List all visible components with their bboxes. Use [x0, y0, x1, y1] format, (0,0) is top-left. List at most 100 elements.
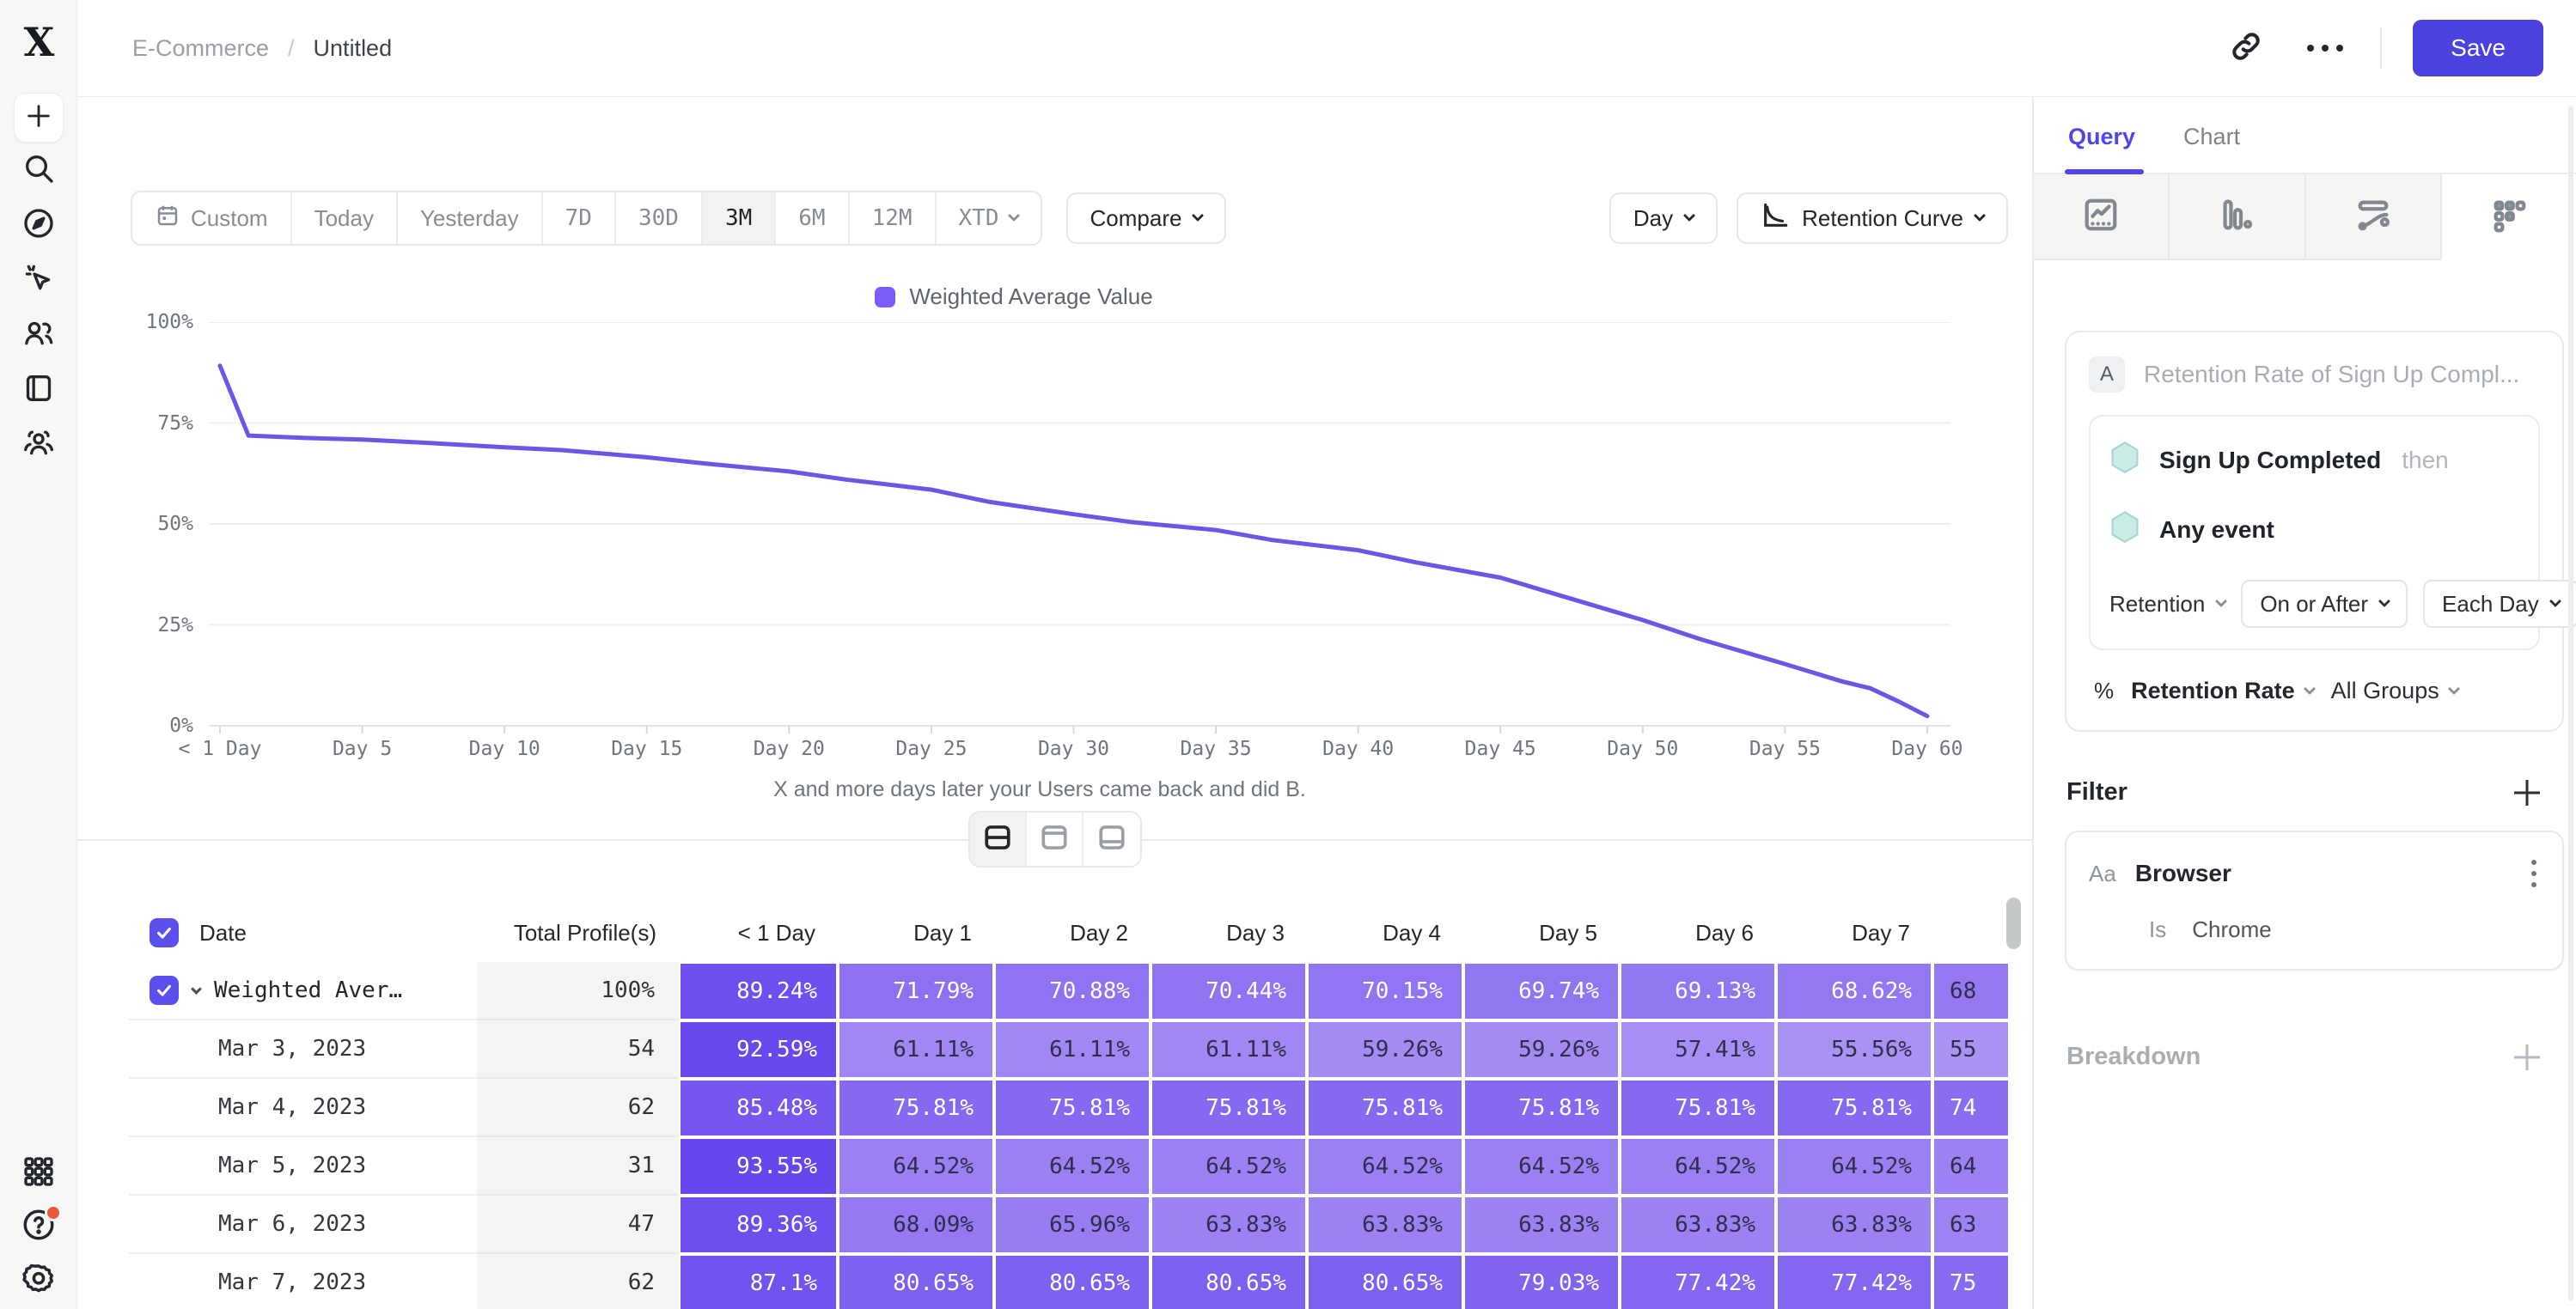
filter-value[interactable]: Chrome: [2192, 916, 2271, 943]
retention-cell[interactable]: 77.42%: [1776, 1254, 1932, 1309]
retention-cell[interactable]: 80.65%: [1307, 1254, 1463, 1309]
report-type-bars[interactable]: [2170, 174, 2305, 260]
more-menu-button[interactable]: [2301, 24, 2349, 72]
retention-cell[interactable]: 64.52%: [1776, 1137, 1932, 1196]
share-link-button[interactable]: [2222, 24, 2270, 72]
retention-cell-clipped[interactable]: 75: [1932, 1254, 2008, 1309]
filter-operator[interactable]: Is: [2149, 916, 2166, 943]
sidebar-item-audiences[interactable]: [14, 417, 64, 472]
retention-cell[interactable]: 64.52%: [1620, 1137, 1776, 1196]
retention-cell-clipped[interactable]: 63: [1932, 1196, 2008, 1254]
retention-cell[interactable]: 63.83%: [1776, 1196, 1932, 1254]
retention-cell[interactable]: 59.26%: [1463, 1020, 1620, 1079]
series-title[interactable]: Retention Rate of Sign Up Compl...: [2144, 361, 2519, 388]
retention-cell[interactable]: 64.52%: [838, 1137, 994, 1196]
retention-cell[interactable]: 75.81%: [1620, 1079, 1776, 1137]
retention-cell[interactable]: 57.41%: [1620, 1020, 1776, 1079]
retention-cell[interactable]: 70.44%: [1151, 962, 1307, 1020]
retention-cell[interactable]: 63.83%: [1307, 1196, 1463, 1254]
sidebar-item-search[interactable]: [14, 143, 64, 198]
retention-cell[interactable]: 85.48%: [679, 1079, 838, 1137]
retention-cell[interactable]: 64.52%: [1307, 1137, 1463, 1196]
report-type-flows[interactable]: [2306, 174, 2442, 260]
retention-cell-clipped[interactable]: 68: [1932, 962, 2008, 1020]
retention-cell[interactable]: 69.74%: [1463, 962, 1620, 1020]
layout-panel-bottom-button[interactable]: [1084, 813, 1140, 866]
tab-chart[interactable]: Chart: [2183, 124, 2240, 173]
retention-cell-clipped[interactable]: 74: [1932, 1079, 2008, 1137]
retention-cell[interactable]: 80.65%: [1151, 1254, 1307, 1309]
retention-cell[interactable]: 89.24%: [679, 962, 838, 1020]
retention-cell[interactable]: 64.52%: [1463, 1137, 1620, 1196]
retention-cell[interactable]: 63.83%: [1620, 1196, 1776, 1254]
retention-cell[interactable]: 80.65%: [994, 1254, 1151, 1309]
retention-cell[interactable]: 68.62%: [1776, 962, 1932, 1020]
filter-property[interactable]: Browser: [2135, 860, 2231, 887]
retention-cell[interactable]: 64.52%: [1151, 1137, 1307, 1196]
retention-cell[interactable]: 70.15%: [1307, 962, 1463, 1020]
measure-dropdown[interactable]: Retention Rate: [2131, 678, 2314, 704]
retention-cell[interactable]: 65.96%: [994, 1196, 1151, 1254]
retention-cell[interactable]: 69.13%: [1620, 962, 1776, 1020]
retention-cell[interactable]: 75.81%: [1151, 1079, 1307, 1137]
on-or-after-dropdown[interactable]: On or After: [2241, 580, 2408, 628]
report-type-retention[interactable]: [2442, 174, 2576, 260]
second-event-name[interactable]: Any event: [2159, 516, 2274, 544]
retention-cell[interactable]: 63.83%: [1463, 1196, 1620, 1254]
retention-cell-clipped[interactable]: 55: [1932, 1020, 2008, 1079]
range-button-custom[interactable]: Custom: [132, 192, 292, 244]
sidebar-item-users[interactable]: [14, 307, 64, 362]
chart-type-dropdown[interactable]: Retention Curve: [1737, 192, 2008, 244]
first-event-row[interactable]: Sign Up Completed then: [2109, 441, 2519, 479]
retention-cell[interactable]: 61.11%: [994, 1020, 1151, 1079]
save-button[interactable]: Save: [2413, 20, 2543, 76]
retention-cell[interactable]: 77.42%: [1620, 1254, 1776, 1309]
layout-split-horizontal-button[interactable]: [970, 813, 1027, 866]
create-button[interactable]: [14, 93, 64, 143]
tab-query[interactable]: Query: [2068, 124, 2135, 173]
retention-cell[interactable]: 80.65%: [838, 1254, 994, 1309]
retention-cell[interactable]: 75.81%: [1776, 1079, 1932, 1137]
sidebar-item-reports[interactable]: [14, 362, 64, 417]
settings-button[interactable]: [14, 1254, 64, 1309]
add-breakdown-button[interactable]: [2514, 1044, 2540, 1070]
filter-kebab-menu[interactable]: [2528, 856, 2540, 891]
chevron-down-icon[interactable]: [191, 983, 202, 995]
retention-cell[interactable]: 93.55%: [679, 1137, 838, 1196]
retention-cell[interactable]: 70.88%: [994, 962, 1151, 1020]
compare-button[interactable]: Compare: [1066, 192, 1227, 244]
retention-cell[interactable]: 59.26%: [1307, 1020, 1463, 1079]
retention-cell[interactable]: 92.59%: [679, 1020, 838, 1079]
layout-panel-top-button[interactable]: [1027, 813, 1084, 866]
range-button-yesterday[interactable]: Yesterday: [398, 192, 543, 244]
range-button-3m[interactable]: 3M: [703, 192, 776, 244]
row-checkbox[interactable]: [150, 976, 179, 1005]
sidebar-item-explore[interactable]: [14, 198, 64, 253]
retention-cell[interactable]: 75.81%: [994, 1079, 1151, 1137]
retention-cell[interactable]: 75.81%: [1463, 1079, 1620, 1137]
retention-cell[interactable]: 71.79%: [838, 962, 994, 1020]
granularity-dropdown[interactable]: Day: [1609, 192, 1718, 244]
help-button[interactable]: [14, 1199, 64, 1254]
retention-cell[interactable]: 79.03%: [1463, 1254, 1620, 1309]
range-button-7d[interactable]: 7D: [543, 192, 616, 244]
sidebar-item-events[interactable]: [14, 253, 64, 307]
retention-cell[interactable]: 89.36%: [679, 1196, 838, 1254]
plot-area[interactable]: [209, 322, 1950, 736]
table-vertical-scrollbar[interactable]: [2006, 898, 2021, 949]
retention-cell[interactable]: 55.56%: [1776, 1020, 1932, 1079]
range-button-30d[interactable]: 30D: [616, 192, 703, 244]
range-button-6m[interactable]: 6M: [776, 192, 849, 244]
retention-cell[interactable]: 75.81%: [838, 1079, 994, 1137]
retention-cell[interactable]: 64.52%: [994, 1137, 1151, 1196]
retention-cell[interactable]: 61.11%: [838, 1020, 994, 1079]
range-button-today[interactable]: Today: [292, 192, 398, 244]
retention-cell[interactable]: 61.11%: [1151, 1020, 1307, 1079]
select-all-checkbox[interactable]: [150, 918, 179, 947]
retention-cell[interactable]: 75.81%: [1307, 1079, 1463, 1137]
apps-grid-icon[interactable]: [14, 1144, 64, 1199]
retention-mode-dropdown[interactable]: Retention: [2109, 591, 2225, 618]
retention-cell[interactable]: 68.09%: [838, 1196, 994, 1254]
breadcrumb-page-title[interactable]: Untitled: [314, 35, 393, 62]
second-event-row[interactable]: Any event: [2109, 510, 2519, 549]
